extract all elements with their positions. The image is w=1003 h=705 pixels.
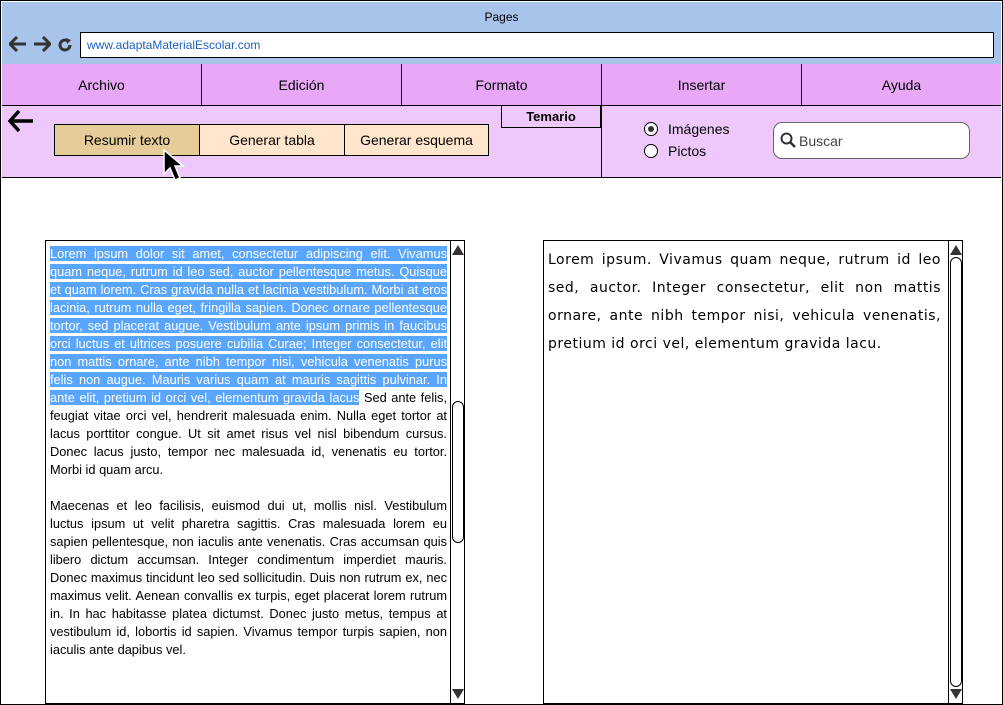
radio-pictos[interactable]: Pictos — [644, 143, 706, 159]
search-input[interactable]: Buscar — [773, 122, 970, 159]
scroll-down-icon[interactable] — [950, 689, 962, 699]
back-arrow-icon[interactable] — [7, 35, 27, 56]
menu-insertar[interactable]: Insertar — [602, 64, 802, 105]
selected-text[interactable]: Lorem ipsum dolor sit amet, consectetur … — [50, 246, 447, 405]
radio-unselected-icon — [644, 144, 658, 158]
search-icon — [780, 132, 796, 148]
scroll-up-icon[interactable] — [452, 245, 464, 255]
app-window: Pages www.adaptaMaterialEscolar.com Arch… — [0, 0, 1003, 705]
scroll-up-icon[interactable] — [950, 245, 962, 255]
mouse-pointer-icon — [163, 149, 186, 181]
scroll-thumb[interactable] — [950, 257, 962, 687]
menu-ayuda[interactable]: Ayuda — [802, 64, 1001, 105]
radio-imagenes[interactable]: Imágenes — [644, 121, 729, 137]
source-scrollbar[interactable] — [450, 241, 464, 703]
source-text[interactable]: Lorem ipsum dolor sit amet, consectetur … — [50, 245, 447, 677]
scroll-thumb[interactable] — [452, 401, 464, 543]
generar-esquema-button[interactable]: Generar esquema — [344, 124, 489, 156]
summary-scrollbar[interactable] — [948, 241, 962, 703]
toolbar: Resumir texto Generar tabla Generar esqu… — [2, 106, 1001, 178]
back-icon[interactable] — [7, 108, 34, 140]
forward-arrow-icon[interactable] — [33, 35, 53, 56]
browser-titlebar: Pages www.adaptaMaterialEscolar.com — [2, 2, 1001, 65]
toolbar-divider — [601, 106, 602, 177]
menu-formato[interactable]: Formato — [402, 64, 602, 105]
scroll-down-icon[interactable] — [452, 689, 464, 699]
source-paragraph-2: Maecenas et leo facilisis, euismod dui u… — [50, 498, 447, 657]
summary-pane[interactable]: Lorem ipsum. Vivamus quam neque, rutrum … — [543, 240, 963, 704]
menu-bar: Archivo Edición Formato Insertar Ayuda — [2, 64, 1001, 106]
address-bar[interactable]: www.adaptaMaterialEscolar.com — [80, 32, 994, 58]
summary-text: Lorem ipsum. Vivamus quam neque, rutrum … — [548, 252, 941, 352]
search-placeholder: Buscar — [799, 133, 843, 149]
url-text: www.adaptaMaterialEscolar.com — [87, 38, 261, 52]
reload-icon[interactable] — [57, 37, 73, 57]
source-text-pane[interactable]: Lorem ipsum dolor sit amet, consectetur … — [45, 240, 465, 704]
temario-tab[interactable]: Temario — [501, 106, 601, 128]
generar-tabla-button[interactable]: Generar tabla — [199, 124, 345, 156]
radio-pictos-label: Pictos — [668, 143, 707, 159]
menu-edicion[interactable]: Edición — [202, 64, 402, 105]
window-title: Pages — [484, 10, 519, 24]
menu-archivo[interactable]: Archivo — [2, 64, 202, 105]
radio-imagenes-label: Imágenes — [668, 121, 730, 137]
radio-selected-icon — [644, 122, 658, 136]
